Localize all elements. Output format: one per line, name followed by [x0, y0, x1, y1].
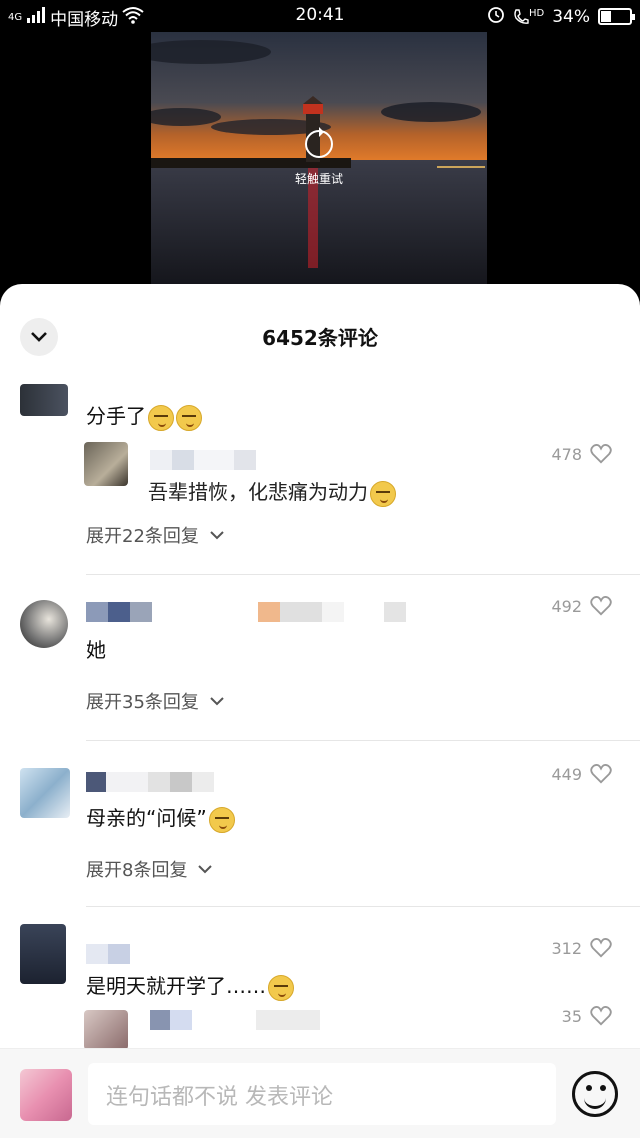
status-right: HD 34%	[487, 5, 635, 28]
battery-percent: 34%	[552, 6, 590, 27]
doge-emoji-icon	[208, 806, 235, 833]
call-hd-icon: HD	[513, 8, 544, 26]
comment-likes[interactable]: 312	[551, 938, 612, 958]
reply-avatar[interactable]	[84, 442, 128, 486]
reply-likes[interactable]: 478	[551, 444, 612, 464]
comment-text: 是明天就开学了……	[86, 970, 294, 1001]
like-count: 312	[551, 938, 582, 958]
reply-like-count: 478	[551, 444, 582, 464]
battery-level	[601, 11, 612, 22]
retry-overlay[interactable]: 轻触重试	[287, 127, 351, 187]
commenter-avatar[interactable]	[20, 768, 70, 818]
heart-icon[interactable]	[590, 938, 612, 958]
comment-likes[interactable]: 492	[551, 596, 612, 616]
divider	[86, 574, 640, 575]
blurred-username	[150, 1010, 320, 1030]
alarm-icon	[487, 5, 505, 28]
commenter-avatar[interactable]	[20, 924, 66, 984]
doge-emoji-icon	[176, 404, 202, 431]
heart-icon[interactable]	[590, 1006, 612, 1026]
commenter-avatar[interactable]	[20, 600, 68, 648]
like-count: 449	[551, 764, 582, 784]
reply-avatar[interactable]	[84, 1010, 128, 1050]
doge-emoji-icon	[148, 404, 174, 431]
reply-text: 吾辈措恢，化悲痛为动力	[148, 476, 396, 507]
video-player[interactable]: 轻触重试	[151, 32, 487, 284]
expand-replies-label: 展开35条回复	[86, 692, 199, 713]
expand-replies-label: 展开22条回复	[86, 526, 199, 547]
expand-replies[interactable]: 展开8条回复	[86, 856, 213, 882]
heart-icon[interactable]	[590, 444, 612, 464]
like-count: 492	[551, 596, 582, 616]
hd-label: HD	[528, 7, 545, 19]
comment-text: 分手了	[86, 400, 202, 431]
battery-icon	[598, 8, 635, 25]
status-bar: 4G 中国移动 20:41 HD 34%	[0, 0, 640, 32]
chevron-down-icon	[210, 697, 224, 706]
divider	[86, 906, 640, 907]
chevron-down-icon	[210, 531, 224, 540]
commenter-avatar[interactable]	[20, 384, 68, 416]
divider	[86, 740, 640, 741]
heart-icon[interactable]	[590, 596, 612, 616]
expand-replies[interactable]: 展开22条回复	[86, 522, 225, 548]
comment-count-title: 6452条评论	[262, 326, 378, 350]
blurred-username	[86, 602, 406, 622]
expand-replies-label: 展开8条回复	[86, 860, 188, 881]
retry-icon[interactable]	[305, 127, 333, 158]
blurred-username	[150, 450, 256, 470]
reply-like-count: 35	[561, 1006, 582, 1026]
blurred-username	[86, 944, 130, 964]
expand-replies[interactable]: 展开35条回复	[86, 688, 225, 714]
comment-composer: 连句话都不说 发表评论	[0, 1048, 640, 1138]
emoji-icon[interactable]	[572, 1071, 618, 1117]
chevron-down-icon	[198, 865, 213, 874]
retry-label: 轻触重试	[294, 172, 343, 186]
comment-likes[interactable]: 449	[551, 764, 612, 784]
doge-emoji-icon	[370, 480, 396, 507]
doge-emoji-icon	[268, 974, 294, 1001]
my-avatar[interactable]	[20, 1069, 72, 1121]
reply-likes[interactable]: 35	[562, 1006, 612, 1026]
blurred-username	[86, 772, 214, 792]
comment-input[interactable]: 连句话都不说 发表评论	[88, 1063, 556, 1125]
comment-text: 她	[86, 638, 106, 662]
comments-sheet: 6452条评论 分手了 478 吾辈措恢，化悲痛为动力 展开22条回复 492 …	[0, 284, 640, 1138]
comment-text: 母亲的“问候”	[86, 802, 235, 833]
heart-icon[interactable]	[590, 764, 612, 784]
